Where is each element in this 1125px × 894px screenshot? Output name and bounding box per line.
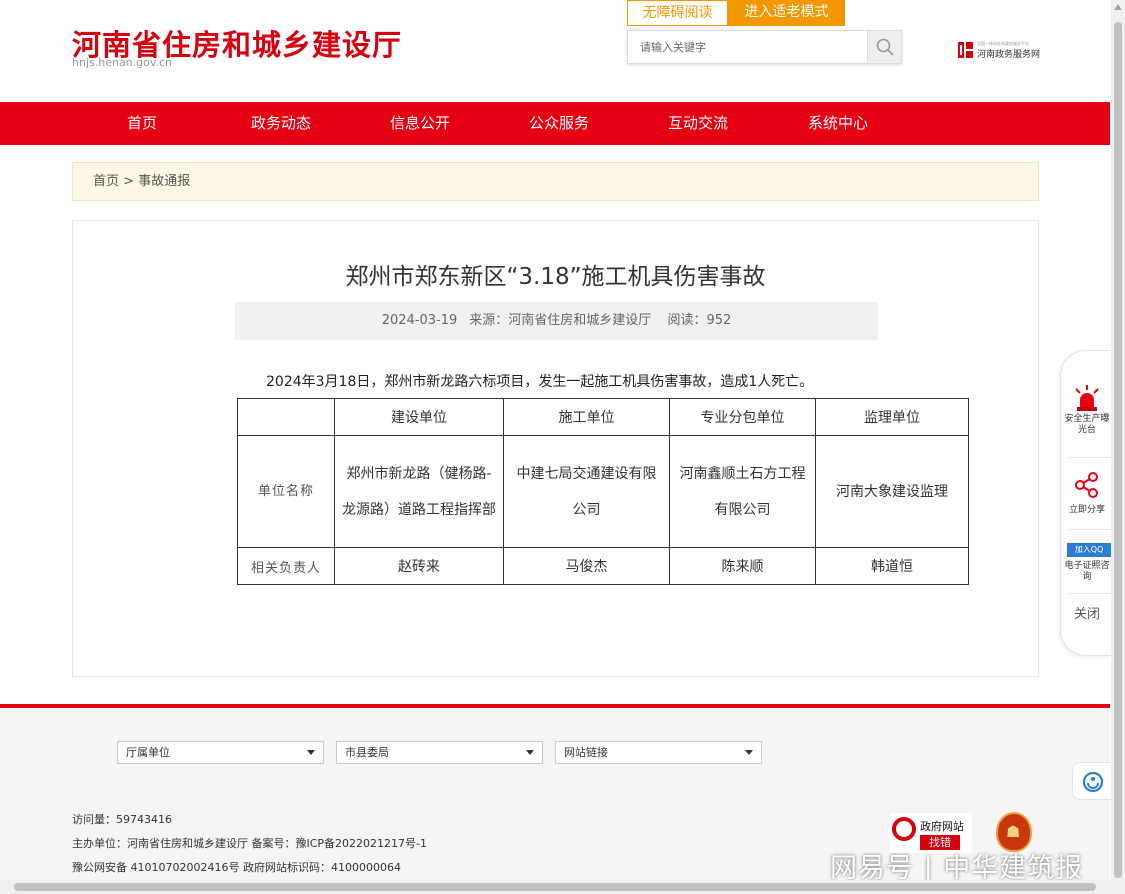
safety-exposure-label: 安全生产曝光台	[1064, 414, 1110, 435]
assistant-button[interactable]	[1072, 762, 1112, 800]
side-float-close-button[interactable]: 关闭	[1061, 603, 1113, 622]
scroll-up-arrow-icon[interactable]	[1114, 4, 1122, 10]
breadcrumb: 首页 > 事故通报	[72, 162, 1039, 201]
side-separator	[1067, 593, 1113, 594]
table-row: 相关负责人 赵砖来 马俊杰 陈来顺 韩道恒	[237, 547, 969, 585]
table-header-cell: 监理单位	[815, 398, 969, 436]
sponsor-info: 主办单位：河南省住房和城乡建设厅 备案号：豫ICP备2022021217号-1	[72, 837, 428, 850]
table-header-cell: 施工单位	[503, 398, 670, 436]
horizontal-scrollbar[interactable]	[0, 880, 1125, 894]
select-value: 厅属单位	[126, 746, 170, 759]
select-value: 市县委局	[345, 746, 389, 759]
row-label-unit-name: 单位名称	[237, 435, 335, 548]
nav-item-disclosure[interactable]: 信息公开	[370, 102, 470, 145]
select-website-links[interactable]: 网站链接	[555, 741, 762, 764]
breadcrumb-home[interactable]: 首页	[93, 174, 119, 189]
article-lead: 2024年3月18日，郑州市新龙路六标项目，发生一起施工机具伤害事故，造成1人死…	[266, 374, 814, 390]
table-cell: 马俊杰	[503, 547, 670, 585]
share-label: 立即分享	[1068, 505, 1105, 515]
side-separator	[1067, 457, 1113, 458]
search-button[interactable]	[867, 31, 901, 63]
search-input[interactable]	[628, 31, 868, 63]
elder-mode-button[interactable]: 进入适老模式	[728, 0, 845, 26]
table-row: 单位名称 郑州市新龙路（健杨路-龙源路）道路工程指挥部 中建七局交通建设有限公司…	[237, 435, 969, 548]
assistant-icon	[1082, 771, 1104, 793]
chevron-down-icon	[745, 750, 753, 755]
row-label-responsible-person: 相关负责人	[237, 547, 335, 585]
accessible-reading-button[interactable]: 无障碍阅读	[627, 0, 728, 26]
select-value: 网站链接	[564, 746, 608, 759]
side-float-panel: 安全生产曝光台 立即分享 加入QQ 电子证照咨询 关闭	[1060, 350, 1113, 656]
share-link[interactable]: 立即分享	[1061, 471, 1113, 515]
cert-consult-label: 电子证照咨询	[1064, 561, 1110, 582]
nav-item-interaction[interactable]: 互动交流	[648, 102, 748, 145]
site-header: 河南省住房和城乡建设厅 hnjs.henan.gov.cn 无障碍阅读 进入适老…	[0, 0, 1110, 102]
visit-count: 访问量：59743416	[72, 813, 172, 826]
vertical-scrollbar[interactable]	[1111, 0, 1125, 880]
share-icon	[1075, 472, 1098, 498]
search-icon	[876, 38, 894, 56]
select-city-county-bureaus[interactable]: 市县委局	[336, 741, 543, 764]
table-cell: 河南大象建设监理	[815, 435, 969, 548]
table-cell: 中建七局交通建设有限公司	[503, 435, 670, 548]
accident-units-table: 建设单位 施工单位 专业分包单位 监理单位 单位名称 郑州市新龙路（健杨路-龙源…	[237, 398, 969, 585]
search-box	[627, 30, 902, 64]
magnifier-icon	[892, 817, 916, 841]
nav-item-home[interactable]: 首页	[92, 102, 192, 145]
police-record-info: 豫公网安备 41010702002416号 政府网站标识码：4100000064	[72, 861, 401, 874]
article-title: 郑州市郑东新区“3.18”施工机具伤害事故	[345, 264, 766, 290]
gov-service-name: 河南政务服务网	[977, 50, 1041, 60]
qq-badge: 加入QQ	[1067, 543, 1111, 557]
table-cell: 陈来顺	[669, 547, 816, 585]
article-panel: 郑州市郑东新区“3.18”施工机具伤害事故 2024-03-19 来源：河南省住房…	[72, 220, 1039, 677]
breadcrumb-current[interactable]: 事故通报	[138, 174, 190, 189]
site-url: hnjs.henan.gov.cn	[72, 56, 173, 69]
horizontal-scroll-thumb[interactable]	[14, 883, 1096, 891]
table-header-cell: 建设单位	[334, 398, 504, 436]
breadcrumb-separator: >	[123, 174, 135, 189]
table-header-row: 建设单位 施工单位 专业分包单位 监理单位	[237, 398, 969, 436]
chevron-down-icon	[307, 750, 315, 755]
vertical-scroll-thumb[interactable]	[1114, 22, 1122, 878]
article-reads: 阅读：952	[667, 313, 732, 328]
alarm-light-icon	[1075, 385, 1099, 411]
find-error-text: 政府网站	[920, 820, 964, 833]
cert-consult-link[interactable]: 加入QQ 电子证照咨询	[1061, 543, 1113, 593]
article-date: 2024-03-19	[381, 313, 458, 328]
chevron-down-icon	[526, 750, 534, 755]
table-header-cell	[237, 398, 335, 436]
gov-service-logo-icon	[958, 42, 973, 58]
article-source: 来源：河南省住房和城乡建设厅	[469, 313, 652, 328]
side-separator	[1067, 529, 1113, 530]
nav-item-public-service[interactable]: 公众服务	[509, 102, 609, 145]
article-meta: 2024-03-19 来源：河南省住房和城乡建设厅 阅读：952	[235, 302, 878, 340]
main-nav: 首页 政务动态 信息公开 公众服务 互动交流 系统中心	[0, 102, 1110, 145]
site-footer: 厅属单位 市县委局 网站链接 访问量：59743416 主办单位：河南省住房和城…	[0, 708, 1110, 894]
table-cell: 赵砖来	[334, 547, 504, 585]
emblem-icon: ☗	[1006, 822, 1021, 841]
select-affiliated-units[interactable]: 厅属单位	[117, 741, 324, 764]
nav-item-system-center[interactable]: 系统中心	[788, 102, 888, 145]
table-cell: 河南鑫顺土石方工程有限公司	[669, 435, 816, 548]
safety-exposure-link[interactable]: 安全生产曝光台	[1061, 385, 1113, 436]
table-cell: 韩道恒	[815, 547, 969, 585]
table-header-cell: 专业分包单位	[669, 398, 816, 436]
table-cell: 郑州市新龙路（健杨路-龙源路）道路工程指挥部	[334, 435, 504, 548]
nav-item-news[interactable]: 政务动态	[231, 102, 331, 145]
